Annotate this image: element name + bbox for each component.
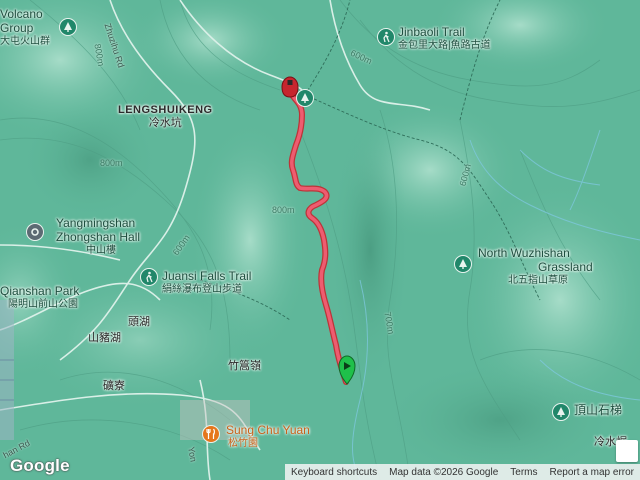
volcano-group-park-icon[interactable] xyxy=(59,18,77,36)
qianshan-park-zh: 陽明山前山公園 xyxy=(8,298,78,310)
north-wuzhishan-zh: 北五指山草原 xyxy=(508,274,568,286)
contour-label: 800m xyxy=(100,158,123,168)
sung-chu-yuan-label: Sung Chu Yuan 松竹園 xyxy=(226,423,310,449)
urban-area xyxy=(0,300,14,440)
dingshan-park-icon[interactable] xyxy=(552,403,570,421)
juansi-falls-name: Juansi Falls Trail xyxy=(162,269,252,283)
juansi-falls-label: Juansi Falls Trail 絹絲瀑布登山步道 xyxy=(162,269,252,295)
lengshuikeng-zh: 冷水坑 xyxy=(148,116,182,129)
volcano-group-name: Volcano xyxy=(0,7,43,21)
kuangliao-label: 礦寮 xyxy=(103,380,125,393)
juansi-falls-zh: 絹絲瀑布登山步道 xyxy=(162,283,242,295)
zhuzihling-label: 竹篙嶺 xyxy=(228,360,261,373)
north-wuzhishan-name-2: Grassland xyxy=(538,259,593,274)
qianshan-park-label: Qianshan Park 陽明山前山公園 xyxy=(0,284,80,310)
contour-label: 800m xyxy=(272,205,295,215)
north-wuzhishan-park-icon[interactable] xyxy=(454,255,472,273)
terms-link[interactable]: Terms xyxy=(504,467,543,478)
volcano-group-zh: 大屯火山群 xyxy=(0,35,50,47)
north-wuzhishan-name: North Wuzhishan xyxy=(478,246,570,260)
jinbaoli-trail-hiker-icon[interactable] xyxy=(377,28,395,46)
sung-chu-yuan-name: Sung Chu Yuan xyxy=(226,423,310,437)
jinbaoli-trail-name: Jinbaoli Trail xyxy=(398,25,465,39)
lengshuikeng-park-icon[interactable] xyxy=(296,89,314,107)
attribution-bar: Keyboard shortcuts Map data ©2026 Google… xyxy=(284,464,640,480)
qianshan-park-name: Qianshan Park xyxy=(0,284,80,298)
dingshan-zh: 頂山石梯 xyxy=(574,403,623,417)
yangmingshan-hall-landmark-icon[interactable] xyxy=(26,223,44,241)
toutou-zh: 頭湖 xyxy=(128,316,150,328)
shanzhuhu-zh: 山豬湖 xyxy=(88,332,121,344)
jinbaoli-trail-zh: 金包里大路|魚路古道 xyxy=(398,39,491,51)
yangmingshan-hall-name: Yangmingshan xyxy=(56,216,136,230)
sung-chu-yuan-zh: 松竹園 xyxy=(228,437,258,449)
lengshuikeng-label: LENGSHUIKENG 冷水坑 xyxy=(118,104,213,129)
volcano-group-label: Volcano Group 大屯火山群 xyxy=(0,7,50,47)
juansi-falls-hiker-icon[interactable] xyxy=(140,268,158,286)
google-logo: Google xyxy=(10,456,70,475)
map-control-button[interactable] xyxy=(616,440,638,462)
yangmingshan-hall-zh: 中山樓 xyxy=(86,244,116,256)
yangmingshan-hall-name-2: Zhongshan Hall xyxy=(56,229,141,244)
kuangliao-zh: 礦寮 xyxy=(103,380,125,392)
report-error-link[interactable]: Report a map error xyxy=(544,467,640,478)
map-data-text: Map data ©2026 Google xyxy=(389,466,499,478)
jinbaoli-trail-label: Jinbaoli Trail 金包里大路|魚路古道 xyxy=(398,25,491,51)
toutou-label: 頭湖 xyxy=(128,316,150,329)
dingshan-label: 頂山石梯 xyxy=(574,403,623,418)
lengshuikeng-name: LENGSHUIKENG xyxy=(118,104,213,116)
volcano-group-name-2: Group xyxy=(0,20,34,35)
yangmingshan-hall-label: Yangmingshan Zhongshan Hall 中山樓 xyxy=(56,216,141,256)
zhuzihling-zh: 竹篙嶺 xyxy=(228,360,261,372)
shanzhuhu-label: 山豬湖 xyxy=(88,332,121,345)
sung-chu-yuan-restaurant-icon[interactable] xyxy=(202,425,220,443)
north-wuzhishan-label: North Wuzhishan Grassland 北五指山草原 xyxy=(478,246,593,286)
keyboard-shortcuts-link[interactable]: Keyboard shortcuts xyxy=(285,467,383,478)
